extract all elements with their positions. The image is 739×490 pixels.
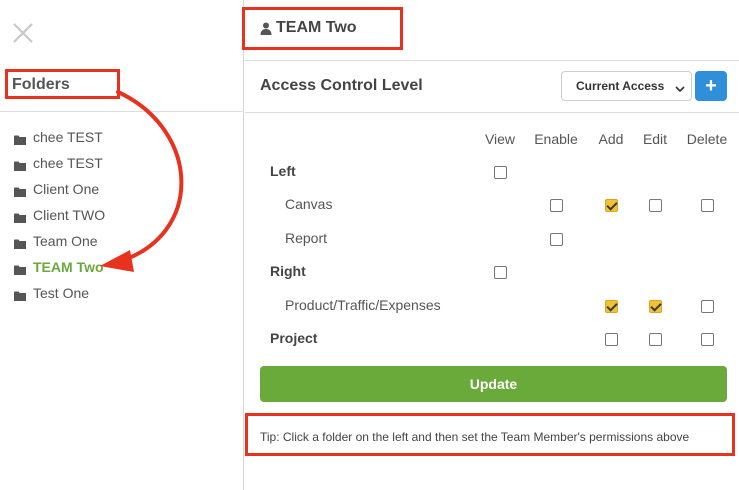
access-select-value: Current Access xyxy=(576,79,665,93)
folder-label: Client TWO xyxy=(33,207,106,223)
checkbox-add[interactable] xyxy=(605,300,618,313)
column-header-view: View xyxy=(484,131,516,147)
checkbox-add[interactable] xyxy=(605,333,618,346)
folder-icon xyxy=(14,236,26,249)
folder-item[interactable]: TEAM Two xyxy=(0,254,244,280)
user-icon xyxy=(260,22,272,35)
folder-icon xyxy=(14,184,26,197)
row-label: Project xyxy=(270,330,318,346)
checkbox-edit[interactable] xyxy=(649,199,662,212)
access-control-bar: Access Control Level Current Access + xyxy=(245,60,739,113)
add-button[interactable]: + xyxy=(695,71,727,101)
folder-icon xyxy=(14,288,26,301)
row-label: Canvas xyxy=(285,196,333,212)
folder-label: TEAM Two xyxy=(33,259,104,275)
folders-header: Folders xyxy=(0,70,244,112)
checkbox-edit[interactable] xyxy=(649,300,662,313)
column-header-delete: Delete xyxy=(686,131,728,147)
folder-item[interactable]: Client One xyxy=(0,176,244,202)
folders-panel: Folders chee TEST chee TEST Client One Clie… xyxy=(0,0,244,490)
close-icon[interactable] xyxy=(12,22,34,44)
column-header-enable: Enable xyxy=(534,131,578,147)
folder-icon xyxy=(14,158,26,171)
checkbox-delete[interactable] xyxy=(701,199,714,212)
folder-item[interactable]: Test One xyxy=(0,280,244,306)
checkbox-delete[interactable] xyxy=(701,300,714,313)
checkbox-enable[interactable] xyxy=(550,233,563,246)
checkbox-delete[interactable] xyxy=(701,333,714,346)
folder-icon xyxy=(14,132,26,145)
access-control-title: Access Control Level xyxy=(260,77,423,94)
checkbox-enable[interactable] xyxy=(550,199,563,212)
folder-icon xyxy=(14,262,26,275)
chevron-down-icon xyxy=(675,82,685,93)
row-label: Left xyxy=(270,163,296,179)
column-header-edit: Edit xyxy=(642,131,668,147)
folder-label: chee TEST xyxy=(33,129,103,145)
folder-label: Client One xyxy=(33,181,100,197)
permissions-panel: TEAM Two Access Control Level Current Ac… xyxy=(245,0,739,490)
folder-item[interactable]: Client TWO xyxy=(0,202,244,228)
folder-item[interactable]: Team One xyxy=(0,228,244,254)
team-name: TEAM Two xyxy=(276,19,357,36)
row-label: Report xyxy=(285,230,328,246)
folders-title: Folders xyxy=(12,76,70,93)
tip-text: Tip: Click a folder on the left and then… xyxy=(260,430,690,444)
folder-item[interactable]: chee TEST xyxy=(0,124,244,150)
folder-list: chee TEST chee TEST Client One Client TWO Te… xyxy=(0,124,244,306)
folder-item[interactable]: chee TEST xyxy=(0,150,244,176)
folder-label: chee TEST xyxy=(33,155,103,171)
team-title: TEAM Two xyxy=(260,19,357,37)
checkbox-edit[interactable] xyxy=(649,333,662,346)
column-header-add: Add xyxy=(598,131,624,147)
update-button[interactable]: Update xyxy=(260,366,727,402)
checkbox-view[interactable] xyxy=(494,166,507,179)
access-select[interactable]: Current Access xyxy=(561,71,692,101)
folder-label: Team One xyxy=(33,233,98,249)
row-label: Product/Traffic/Expenses xyxy=(285,297,441,313)
checkbox-view[interactable] xyxy=(494,266,507,279)
row-label: Right xyxy=(270,263,306,279)
folder-label: Test One xyxy=(33,285,90,301)
folder-icon xyxy=(14,210,26,223)
checkbox-add[interactable] xyxy=(605,199,618,212)
